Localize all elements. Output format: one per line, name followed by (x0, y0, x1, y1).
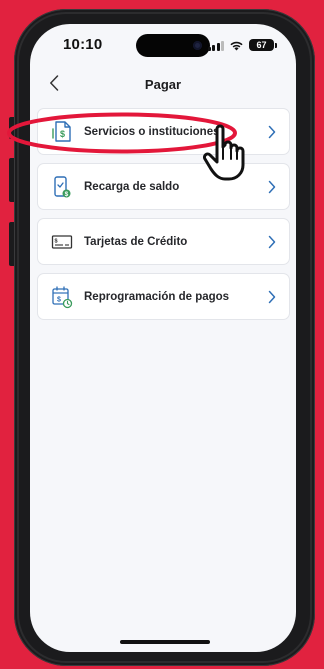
chevron-right-icon (268, 290, 276, 303)
menu-item-label: Reprogramación de pagos (84, 290, 230, 303)
nav-header: Pagar (30, 66, 296, 102)
chevron-right-icon (268, 235, 276, 248)
status-icons: 67 (207, 38, 277, 51)
battery-icon: 67 (249, 39, 277, 51)
calendar-clock-icon: $ (50, 285, 74, 309)
svg-text:$: $ (60, 129, 65, 139)
status-bar: 10:10 67 (30, 24, 296, 66)
chevron-right-icon (268, 180, 276, 193)
menu-item-recarga[interactable]: $ Recarga de saldo (37, 163, 290, 210)
page-title: Pagar (144, 77, 182, 92)
svg-text:$: $ (65, 191, 69, 198)
menu-item-label: Recarga de saldo (84, 180, 180, 193)
menu-item-servicios[interactable]: $ Servicios o instituciones (37, 108, 290, 155)
phone-recharge-icon: $ (50, 175, 74, 199)
chevron-right-icon (268, 125, 276, 138)
status-time: 10:10 (63, 36, 103, 53)
cellular-signal-icon (207, 40, 224, 51)
menu-item-label: Servicios o instituciones (84, 125, 220, 138)
camera-icon (193, 41, 202, 50)
home-indicator (120, 640, 210, 644)
svg-text:$: $ (57, 296, 61, 303)
service-document-dollar-icon: $ (50, 120, 74, 144)
menu-item-reprogramacion[interactable]: $ Reprogramación de pagos (37, 273, 290, 320)
phone-screen: 10:10 67 Pagar $ Servicios o institucion… (30, 24, 296, 652)
menu-item-tarjetas[interactable]: $ Tarjetas de Crédito (37, 218, 290, 265)
payment-options-list: $ Servicios o instituciones $ Recarga de… (37, 108, 290, 328)
dynamic-island (136, 34, 210, 57)
svg-text:$: $ (55, 238, 58, 244)
menu-item-label: Tarjetas de Crédito (84, 235, 188, 248)
credit-card-icon: $ (50, 230, 74, 254)
wifi-icon (229, 40, 244, 51)
